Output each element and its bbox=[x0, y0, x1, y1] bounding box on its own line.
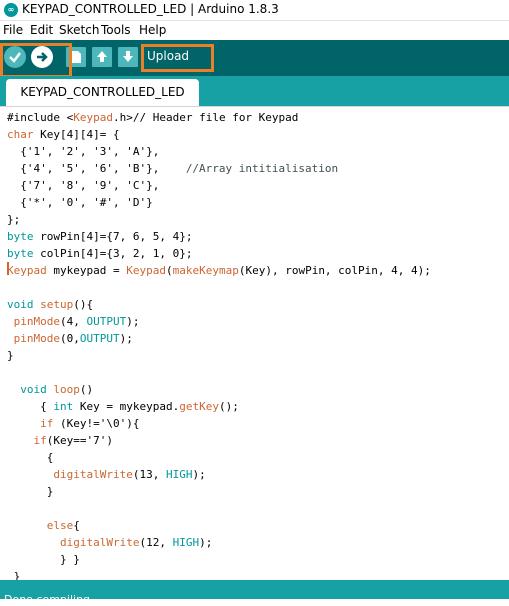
code-line: if (Key!='\0'){ bbox=[40, 417, 140, 430]
tab-bar: KEYPAD_CONTROLLED_LED bbox=[0, 76, 509, 106]
code-line: } } bbox=[7, 553, 80, 566]
code-line: }; bbox=[7, 213, 21, 226]
code-line: {'1', '2', '3', 'A'}, bbox=[7, 145, 160, 158]
code-line: pinMode(0,OUTPUT); bbox=[13, 332, 133, 345]
highlight-box-verify-upload bbox=[0, 43, 72, 78]
tab-label: KEYPAD_CONTROLLED_LED bbox=[20, 85, 185, 99]
open-button[interactable] bbox=[92, 47, 112, 67]
save-arrow-down-icon bbox=[123, 51, 133, 62]
code-line: {'4', '5', '6', 'B'}, //Array intitialis… bbox=[7, 162, 339, 175]
code-line: digitalWrite(13, HIGH); bbox=[53, 468, 206, 481]
open-arrow-up-icon bbox=[97, 51, 107, 62]
tab-sketch[interactable]: KEYPAD_CONTROLLED_LED bbox=[6, 79, 199, 106]
code-line: void setup(){ bbox=[7, 298, 94, 311]
text-cursor bbox=[7, 262, 9, 275]
code-line: digitalWrite(12, HIGH); bbox=[59, 536, 213, 549]
menu-sketch[interactable]: Sketch bbox=[59, 23, 99, 37]
title-bar: ∞ KEYPAD_CONTROLLED_LED | Arduino 1.8.3 bbox=[0, 0, 509, 21]
menu-edit[interactable]: Edit bbox=[30, 23, 53, 37]
window-title: KEYPAD_CONTROLLED_LED | Arduino 1.8.3 bbox=[22, 2, 279, 16]
menu-bar: File Edit Sketch Tools Help bbox=[0, 21, 509, 40]
code-line: char Key[4][4]= { bbox=[7, 128, 120, 141]
code-line: #include <Keypad.h>// Header file for Ke… bbox=[7, 111, 299, 124]
code-line: void loop() bbox=[20, 383, 94, 396]
code-line: { int Key = mykeypad.getKey(); bbox=[7, 400, 239, 413]
code-line: } bbox=[7, 485, 54, 498]
highlight-box-upload-label bbox=[141, 44, 214, 72]
code-line: { bbox=[7, 451, 54, 464]
menu-file[interactable]: File bbox=[3, 23, 23, 37]
menu-tools[interactable]: Tools bbox=[101, 23, 131, 37]
status-bar: Done compiling. bbox=[0, 580, 509, 606]
arduino-logo-icon: ∞ bbox=[4, 3, 18, 17]
code-line: {'7', '8', '9', 'C'}, bbox=[7, 179, 160, 192]
code-line: Keypad mykeypad = Keypad(makeKeymap(Key)… bbox=[7, 264, 431, 277]
menu-help[interactable]: Help bbox=[139, 23, 166, 37]
code-line: byte colPin[4]={3, 2, 1, 0}; bbox=[7, 247, 193, 260]
code-line: else{ bbox=[46, 519, 80, 532]
code-line: } bbox=[7, 349, 14, 362]
status-text: Done compiling. bbox=[4, 593, 94, 606]
code-line: pinMode(4, OUTPUT); bbox=[13, 315, 140, 328]
code-editor[interactable]: #include <Keypad.h>// Header file for Ke… bbox=[0, 106, 509, 581]
code-line: byte rowPin[4]={7, 6, 5, 4}; bbox=[7, 230, 193, 243]
code-line: if(Key=='7') bbox=[33, 434, 113, 447]
code-line: {'*', '0', '#', 'D'} bbox=[7, 196, 153, 209]
save-button[interactable] bbox=[118, 47, 138, 67]
toolbar: Upload bbox=[0, 40, 509, 76]
